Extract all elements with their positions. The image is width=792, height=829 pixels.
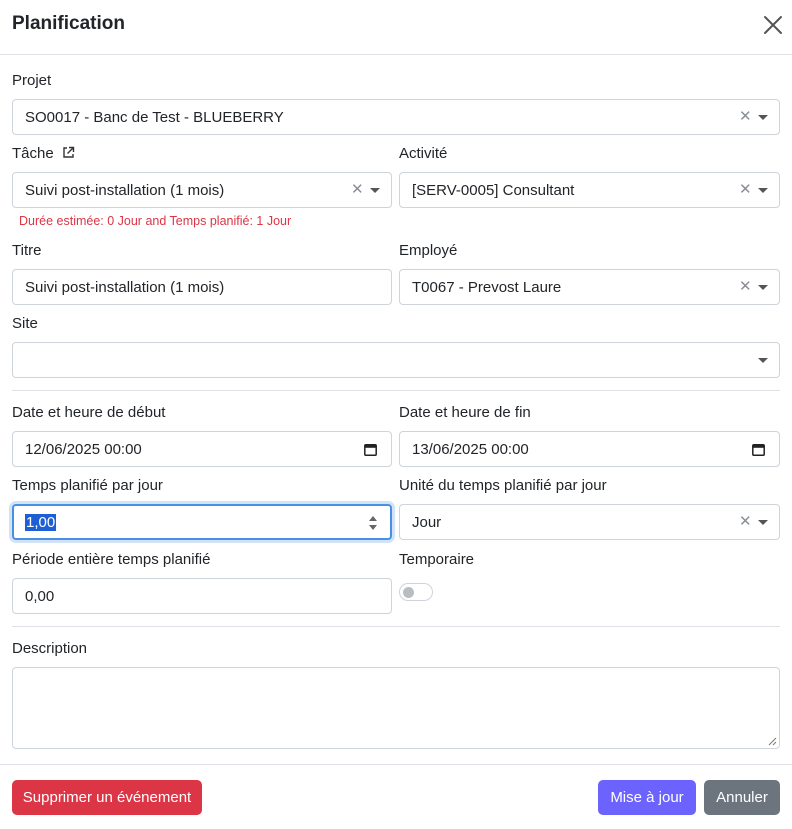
unite-label: Unité du temps planifié par jour bbox=[399, 477, 607, 494]
footer-divider bbox=[0, 764, 792, 765]
clear-icon[interactable]: ✕ bbox=[739, 279, 752, 294]
titre-value: Suivi post-installation (1 mois) bbox=[25, 278, 225, 296]
periode-input[interactable]: 0,00 bbox=[12, 578, 392, 614]
periode-value: 0,00 bbox=[25, 587, 55, 605]
external-link-icon[interactable] bbox=[62, 146, 75, 159]
description-textarea[interactable] bbox=[12, 667, 780, 749]
chevron-down-icon[interactable] bbox=[758, 520, 768, 525]
delete-event-button[interactable]: Supprimer un événement bbox=[12, 780, 202, 815]
date-debut-input[interactable]: 12/06/2025 00:00 bbox=[12, 431, 392, 467]
chevron-down-icon[interactable] bbox=[758, 285, 768, 290]
clear-icon[interactable]: ✕ bbox=[739, 514, 752, 529]
site-label: Site bbox=[12, 315, 38, 332]
description-label: Description bbox=[12, 640, 88, 657]
section-divider bbox=[12, 626, 780, 627]
tache-hint: Durée estimée: 0 Jour and Temps planifié… bbox=[19, 214, 292, 228]
projet-select[interactable]: SO0017 - Banc de Test - BLUEBERRY ✕ bbox=[12, 99, 780, 135]
activite-select[interactable]: [SERV-0005] Consultant ✕ bbox=[399, 172, 780, 208]
temps-jour-value: 1,00 bbox=[25, 513, 57, 531]
employe-select[interactable]: T0067 - Prevost Laure ✕ bbox=[399, 269, 780, 305]
date-debut-label: Date et heure de début bbox=[12, 404, 166, 421]
spinner-icon[interactable] bbox=[368, 514, 378, 532]
unite-select[interactable]: Jour ✕ bbox=[399, 504, 780, 540]
update-button[interactable]: Mise à jour bbox=[598, 780, 696, 815]
tache-label-text: Tâche bbox=[12, 145, 54, 162]
chevron-down-icon[interactable] bbox=[758, 188, 768, 193]
periode-label: Période entière temps planifié bbox=[12, 551, 211, 568]
employe-value: T0067 - Prevost Laure bbox=[412, 278, 562, 296]
clear-icon[interactable]: ✕ bbox=[739, 182, 752, 197]
projet-label: Projet bbox=[12, 72, 52, 89]
unite-value: Jour bbox=[412, 513, 442, 531]
calendar-icon[interactable] bbox=[364, 443, 377, 456]
date-fin-label: Date et heure de fin bbox=[399, 404, 531, 421]
activite-label: Activité bbox=[399, 145, 448, 162]
clear-icon[interactable]: ✕ bbox=[739, 109, 752, 124]
tache-select[interactable]: Suivi post-installation (1 mois) ✕ bbox=[12, 172, 392, 208]
projet-value: SO0017 - Banc de Test - BLUEBERRY bbox=[25, 108, 284, 126]
resize-grip-icon[interactable] bbox=[768, 737, 777, 746]
temporaire-toggle[interactable] bbox=[399, 583, 433, 601]
titre-input[interactable]: Suivi post-installation (1 mois) bbox=[12, 269, 392, 305]
calendar-icon[interactable] bbox=[752, 443, 765, 456]
temps-jour-input[interactable]: 1,00 bbox=[12, 504, 392, 540]
activite-value: [SERV-0005] Consultant bbox=[412, 181, 575, 199]
tache-value: Suivi post-installation (1 mois) bbox=[25, 181, 225, 199]
toggle-knob bbox=[403, 587, 414, 598]
chevron-down-icon[interactable] bbox=[370, 188, 380, 193]
chevron-down-icon[interactable] bbox=[758, 358, 768, 363]
chevron-down-icon[interactable] bbox=[758, 115, 768, 120]
employe-label: Employé bbox=[399, 242, 458, 259]
tache-label: Tâche bbox=[12, 145, 75, 162]
cancel-button[interactable]: Annuler bbox=[704, 780, 780, 815]
site-select[interactable] bbox=[12, 342, 780, 378]
date-debut-value: 12/06/2025 00:00 bbox=[25, 440, 142, 458]
temporaire-label: Temporaire bbox=[399, 551, 475, 568]
date-fin-input[interactable]: 13/06/2025 00:00 bbox=[399, 431, 780, 467]
titre-label: Titre bbox=[12, 242, 42, 259]
clear-icon[interactable]: ✕ bbox=[351, 182, 364, 197]
date-fin-value: 13/06/2025 00:00 bbox=[412, 440, 529, 458]
section-divider bbox=[12, 390, 780, 391]
dialog-title: Planification bbox=[12, 13, 125, 34]
temps-jour-label: Temps planifié par jour bbox=[12, 477, 163, 494]
close-icon[interactable] bbox=[762, 14, 784, 36]
